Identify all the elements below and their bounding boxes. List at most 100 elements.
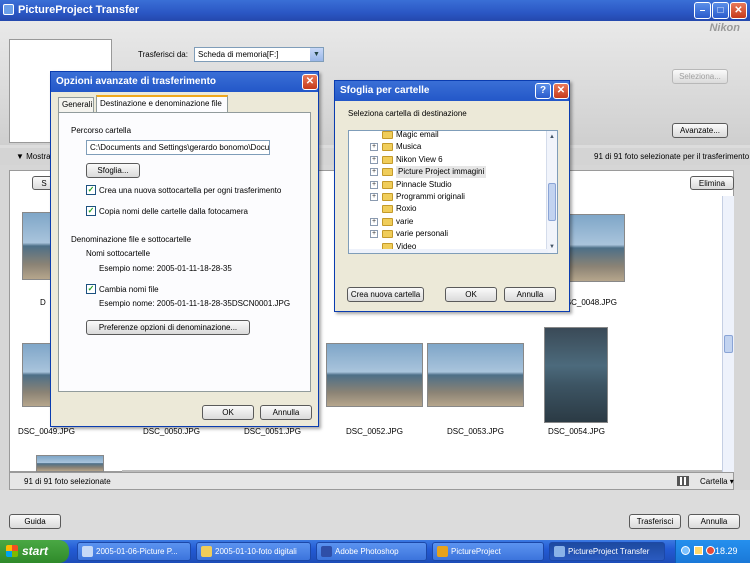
task-label: Adobe Photoshop — [335, 547, 399, 556]
rename-files-checkbox[interactable]: ✓ — [86, 284, 96, 294]
thumbnail-caption: DSC_0049.JPG — [18, 427, 75, 436]
task-app-icon — [82, 546, 93, 557]
view-mode-label: Cartella — [700, 477, 728, 486]
taskbar-button[interactable]: Adobe Photoshop — [316, 542, 427, 561]
cancel-button[interactable]: Annulla — [688, 514, 740, 529]
copy-folder-names-checkbox[interactable]: ✓ — [86, 206, 96, 216]
taskbar-button[interactable]: PictureProject — [432, 542, 544, 561]
expand-icon[interactable]: + — [370, 180, 378, 189]
dialog-title: Opzioni avanzate di trasferimento — [56, 76, 217, 87]
help-button[interactable]: Guida — [9, 514, 61, 529]
dialog-titlebar: Sfoglia per cartelle — [335, 81, 569, 101]
folder-path-field[interactable]: C:\Documents and Settings\gerardo bonomo… — [86, 140, 270, 155]
tab-destination[interactable]: Destinazione e denominazione file — [96, 95, 228, 112]
folder-name: Magic email — [396, 130, 439, 139]
task-label: 2005-01-10-foto digitali — [215, 547, 297, 556]
taskbar-button[interactable]: 2005-01-10-foto digitali — [196, 542, 311, 561]
scroll-down-icon[interactable]: ▼ — [548, 243, 556, 251]
rename-files-label: Cambia nomi file — [99, 285, 159, 294]
scroll-up-icon[interactable]: ▲ — [548, 133, 556, 141]
folder-tree[interactable]: Magic email + Musica + Nikon View 6 + Picture … — [348, 130, 558, 254]
folder-name: varie — [396, 216, 414, 226]
browse-button[interactable]: Sfoglia... — [86, 163, 140, 178]
thumbnail-caption: DSC_0053.JPG — [447, 427, 504, 436]
thumbnail-caption: DSC_0050.JPG — [143, 427, 200, 436]
transfer-from-value: Scheda di memoria[F:] — [198, 50, 279, 59]
show-label: Mostra — [26, 152, 51, 161]
window-titlebar: PictureProject Transfer — [0, 0, 750, 21]
folder-tree-item[interactable]: + varie personali — [349, 228, 547, 240]
taskbar-button[interactable]: PictureProject Transfer — [549, 542, 665, 561]
taskbar-button[interactable]: 2005-01-06-Picture P... — [77, 542, 191, 561]
folder-icon — [382, 230, 393, 239]
thumbnail[interactable] — [326, 343, 423, 407]
ok-button[interactable]: OK — [202, 405, 254, 420]
expand-icon[interactable]: + — [370, 230, 378, 239]
folder-icon — [382, 131, 393, 139]
folder-name: Roxio — [396, 204, 417, 214]
transfer-button[interactable]: Trasferisci — [629, 514, 681, 529]
advanced-options-dialog: Opzioni avanzate di trasferimento ✕ Gene… — [50, 71, 319, 427]
thumbnail-caption: DSC_0051.JPG — [244, 427, 301, 436]
window-title: PictureProject Transfer — [18, 4, 140, 16]
app-icon — [3, 4, 14, 15]
thumbnail[interactable] — [544, 327, 608, 423]
expand-icon[interactable]: + — [370, 217, 378, 226]
security-icon[interactable] — [706, 546, 715, 555]
cancel-button[interactable]: Annulla — [504, 287, 556, 302]
create-subfolder-label: Crea una nuova sottocartella per ogni tr… — [99, 186, 282, 195]
close-icon[interactable]: ✕ — [302, 74, 318, 90]
folder-tree-item[interactable]: + Nikon View 6 — [349, 154, 547, 166]
minimize-button[interactable]: – — [694, 2, 711, 19]
folder-tree-item[interactable]: + varie — [349, 216, 547, 228]
expand-icon[interactable]: + — [370, 193, 378, 201]
folder-tree-item[interactable]: + Picture Project immagini — [349, 166, 547, 179]
gallery-scrollbar[interactable] — [722, 196, 734, 472]
thumbnail[interactable] — [427, 343, 524, 407]
task-label: PictureProject — [451, 547, 501, 556]
select-button[interactable]: Seleziona... — [672, 69, 728, 84]
folder-icon — [382, 143, 393, 152]
folder-name: Programmi originali — [396, 192, 465, 201]
subfolder-example: Esempio nome: 2005-01-11-18-28-35 — [99, 264, 232, 273]
maximize-button[interactable]: □ — [712, 2, 729, 19]
close-icon[interactable]: ✕ — [553, 83, 569, 99]
naming-preferences-button[interactable]: Preferenze opzioni di denominazione... — [86, 320, 250, 335]
chevron-down-icon[interactable]: ▼ — [310, 48, 323, 61]
dialog-title: Sfoglia per cartelle — [340, 85, 430, 96]
tab-panel: Percorso cartella C:\Documents and Setti… — [58, 112, 311, 392]
folder-tree-item[interactable]: Magic email — [349, 130, 547, 141]
expand-icon[interactable]: + — [370, 143, 378, 152]
transfer-from-select[interactable]: Scheda di memoria[F:] ▼ — [194, 47, 324, 62]
ok-button[interactable]: OK — [445, 287, 497, 302]
delete-button[interactable]: Elimina — [690, 176, 734, 190]
folder-tree-item[interactable]: + Musica — [349, 141, 547, 153]
new-folder-button[interactable]: Crea nuova cartella — [347, 287, 424, 302]
view-mode-select[interactable]: Cartella ▾ — [700, 477, 734, 486]
thumbnail-partial[interactable] — [36, 455, 104, 472]
gallery-scroll-thumb[interactable] — [724, 335, 733, 353]
tree-scrollbar[interactable]: ▲ ▼ — [546, 131, 557, 253]
network-icon[interactable] — [681, 546, 690, 555]
expand-icon[interactable]: + — [370, 168, 378, 177]
task-app-icon — [201, 546, 212, 557]
folder-icon — [382, 168, 393, 177]
view-mode-icon[interactable] — [677, 476, 689, 486]
folder-tree-item[interactable]: + Programmi originali — [349, 191, 547, 203]
close-button[interactable]: ✕ — [730, 2, 747, 19]
naming-heading: Denominazione file e sottocartelle — [71, 235, 192, 244]
task-label: PictureProject Transfer — [568, 547, 650, 556]
folder-icon — [382, 193, 393, 201]
show-toggle[interactable]: ▼ Mostra — [16, 152, 51, 161]
cancel-button[interactable]: Annulla — [260, 405, 312, 420]
help-icon[interactable]: ? — [535, 83, 551, 99]
tree-scroll-thumb[interactable] — [548, 183, 556, 221]
create-subfolder-checkbox[interactable]: ✓ — [86, 185, 96, 195]
folder-tree-item[interactable]: Roxio — [349, 203, 547, 215]
folder-tree-item[interactable]: + Pinnacle Studio — [349, 179, 547, 191]
folder-name: Pinnacle Studio — [396, 179, 452, 189]
expand-icon[interactable]: + — [370, 155, 378, 164]
volume-icon[interactable] — [694, 546, 703, 555]
tab-general[interactable]: Generali — [58, 97, 94, 112]
advanced-button[interactable]: Avanzate... — [672, 123, 728, 138]
